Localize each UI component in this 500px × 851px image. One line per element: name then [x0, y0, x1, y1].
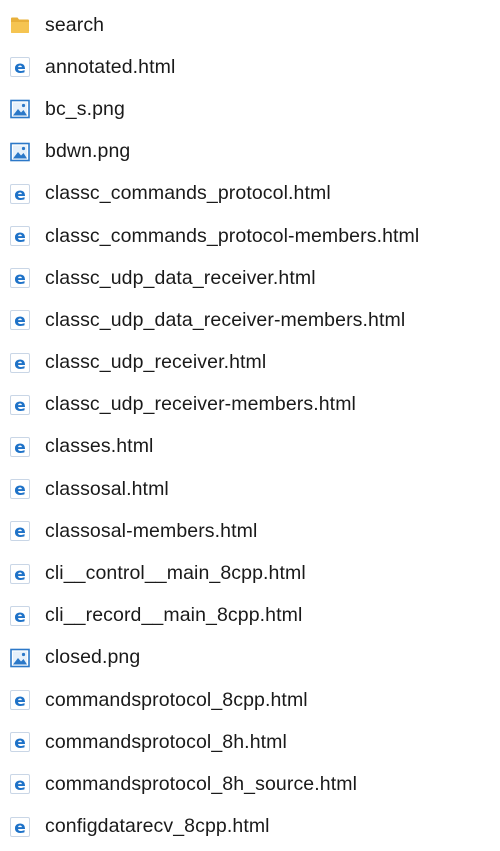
svg-text:e: e — [14, 480, 26, 499]
file-name: commandsprotocol_8cpp.html — [45, 688, 308, 711]
edge-html-icon: e — [9, 605, 31, 627]
file-item[interactable]: e classc_commands_protocol-members.html — [0, 215, 500, 257]
file-item[interactable]: e classes.html — [0, 426, 500, 468]
edge-html-icon: e — [9, 436, 31, 458]
file-item[interactable]: e commandsprotocol_8h_source.html — [0, 763, 500, 805]
svg-text:e: e — [14, 354, 26, 373]
edge-html-icon: e — [9, 689, 31, 711]
file-name: commandsprotocol_8h.html — [45, 730, 287, 753]
file-item[interactable]: bdwn.png — [0, 131, 500, 173]
file-name: closed.png — [45, 646, 141, 669]
file-item[interactable]: e classc_udp_receiver.html — [0, 342, 500, 384]
edge-html-icon: e — [9, 563, 31, 585]
file-name: classosal-members.html — [45, 519, 258, 542]
file-item[interactable]: e classc_udp_receiver-members.html — [0, 384, 500, 426]
file-item[interactable]: e classc_commands_protocol.html — [0, 173, 500, 215]
svg-text:e: e — [14, 565, 26, 584]
file-item[interactable]: e classosal-members.html — [0, 510, 500, 552]
file-name: search — [45, 13, 105, 36]
file-item[interactable]: search — [0, 4, 500, 46]
edge-html-icon: e — [9, 520, 31, 542]
svg-text:e: e — [14, 227, 26, 246]
file-name: cli__control__main_8cpp.html — [45, 562, 306, 585]
edge-html-icon: e — [9, 394, 31, 416]
svg-text:e: e — [14, 733, 26, 752]
file-item[interactable]: e commandsprotocol_8h.html — [0, 721, 500, 763]
file-name: classc_udp_receiver-members.html — [45, 393, 356, 416]
file-name: configdatarecv_8cpp.html — [45, 815, 270, 838]
edge-html-icon: e — [9, 816, 31, 838]
edge-html-icon: e — [9, 267, 31, 289]
svg-text:e: e — [14, 269, 26, 288]
file-name: annotated.html — [45, 55, 176, 78]
edge-html-icon: e — [9, 731, 31, 753]
file-item[interactable]: e cli__record__main_8cpp.html — [0, 595, 500, 637]
file-name: classes.html — [45, 435, 154, 458]
file-name: classc_commands_protocol.html — [45, 182, 331, 205]
edge-html-icon: e — [9, 309, 31, 331]
svg-text:e: e — [14, 311, 26, 330]
svg-text:e: e — [14, 522, 26, 541]
file-name: bdwn.png — [45, 140, 131, 163]
edge-html-icon: e — [9, 352, 31, 374]
folder-icon — [9, 14, 31, 36]
svg-text:e: e — [14, 607, 26, 626]
file-name: cli__record__main_8cpp.html — [45, 604, 303, 627]
edge-html-icon: e — [9, 56, 31, 78]
file-name: commandsprotocol_8h_source.html — [45, 772, 358, 795]
svg-text:e: e — [14, 185, 26, 204]
file-item[interactable]: e cli__control__main_8cpp.html — [0, 552, 500, 594]
svg-text:e: e — [14, 775, 26, 794]
edge-html-icon: e — [9, 478, 31, 500]
file-item[interactable]: e commandsprotocol_8cpp.html — [0, 679, 500, 721]
file-item[interactable]: e classosal.html — [0, 468, 500, 510]
edge-html-icon: e — [9, 773, 31, 795]
file-name: classc_udp_data_receiver.html — [45, 266, 316, 289]
svg-text:e: e — [14, 58, 26, 77]
file-name: bc_s.png — [45, 97, 125, 120]
svg-text:e: e — [14, 818, 26, 837]
file-explorer-view: { "files": [ {"name": "search", "type": … — [0, 0, 500, 851]
svg-text:e: e — [14, 438, 26, 457]
image-file-icon — [9, 98, 31, 120]
file-item[interactable]: bc_s.png — [0, 88, 500, 130]
image-file-icon — [9, 647, 31, 669]
file-name: classc_commands_protocol-members.html — [45, 224, 420, 247]
edge-html-icon: e — [9, 183, 31, 205]
file-item[interactable]: e annotated.html — [0, 46, 500, 88]
file-item[interactable]: e classc_udp_data_receiver-members.html — [0, 299, 500, 341]
file-item[interactable]: e classc_udp_data_receiver.html — [0, 257, 500, 299]
svg-text:e: e — [14, 691, 26, 710]
file-name: classc_udp_receiver.html — [45, 351, 267, 374]
file-item[interactable]: e configdatarecv_8cpp.html — [0, 806, 500, 848]
edge-html-icon: e — [9, 225, 31, 247]
file-name: classc_udp_data_receiver-members.html — [45, 308, 406, 331]
file-list: search e annotated.html bc_s.png bdwn.pn… — [0, 4, 500, 848]
file-item[interactable]: closed.png — [0, 637, 500, 679]
svg-text:e: e — [14, 396, 26, 415]
image-file-icon — [9, 141, 31, 163]
file-name: classosal.html — [45, 477, 169, 500]
